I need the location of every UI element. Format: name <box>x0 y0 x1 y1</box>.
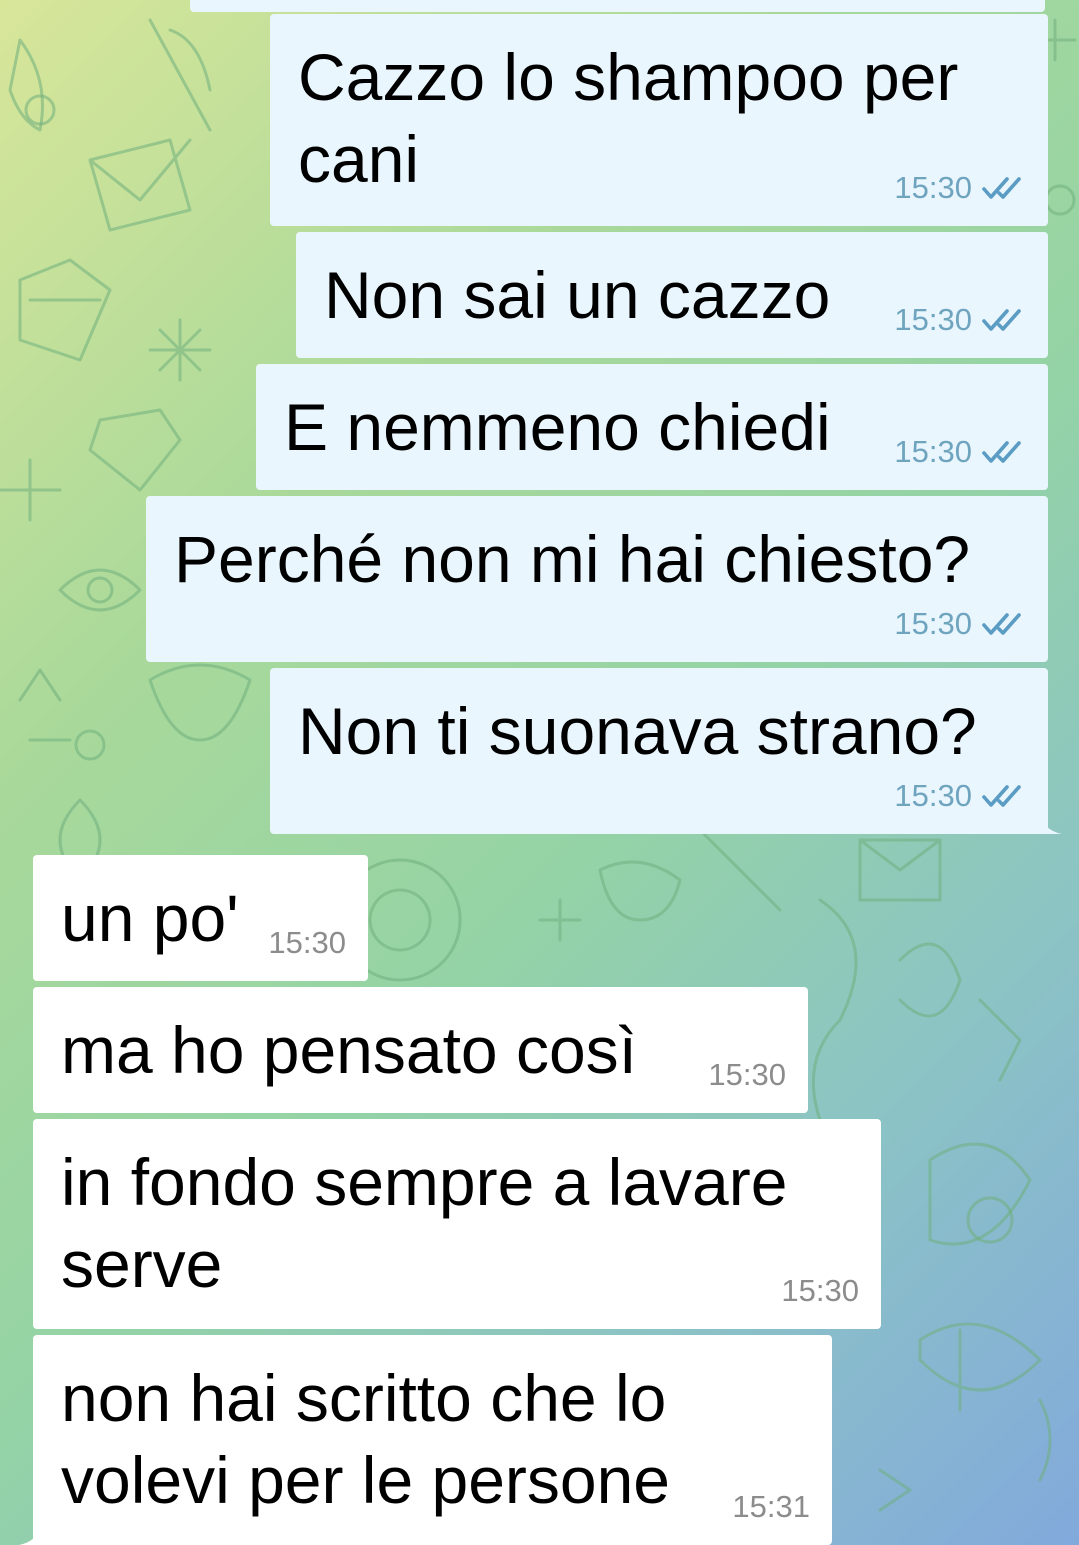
outgoing-message-bubble[interactable]: Cazzo lo shampoo per cani 15:30 <box>270 14 1048 226</box>
message-time: 15:30 <box>894 606 972 641</box>
read-double-check-icon <box>982 613 1021 635</box>
message-meta: 15:30 <box>894 302 1026 338</box>
message-text: non hai scritto che lo volevi per le per… <box>61 1361 671 1517</box>
previous-message-edge <box>190 0 1045 12</box>
message-text: Cazzo lo shampoo per cani <box>298 40 959 196</box>
message-time: 15:30 <box>894 778 972 813</box>
message-text: un po' <box>61 881 239 955</box>
outgoing-message-bubble[interactable]: Non ti suonava strano? 15:30 <box>270 668 1062 834</box>
bubble-tail <box>19 1521 43 1545</box>
message-time: 15:30 <box>781 1273 859 1308</box>
message-text: in fondo sempre a lavare serve <box>61 1145 788 1301</box>
message-text: E nemmeno chiedi <box>284 390 831 464</box>
message-time: 15:30 <box>894 170 972 205</box>
incoming-message-bubble[interactable]: ma ho pensato così 15:30 <box>33 987 808 1113</box>
message-time: 15:30 <box>894 302 972 337</box>
read-double-check-icon <box>982 309 1021 331</box>
message-meta: 15:30 <box>894 434 1026 470</box>
outgoing-message-bubble[interactable]: Non sai un cazzo 15:30 <box>296 232 1048 358</box>
message-meta: 15:30 <box>781 1273 859 1309</box>
message-text: ma ho pensato così <box>61 1013 638 1087</box>
message-meta: 15:30 <box>268 925 346 961</box>
read-double-check-icon <box>982 177 1021 199</box>
message-meta: 15:30 <box>894 606 1026 642</box>
message-time: 15:31 <box>732 1489 810 1524</box>
message-meta: 15:31 <box>732 1489 810 1525</box>
message-text: Perché non mi hai chiesto? <box>174 522 971 596</box>
message-meta: 15:30 <box>894 170 1026 206</box>
message-time: 15:30 <box>894 434 972 469</box>
outgoing-message-bubble[interactable]: E nemmeno chiedi 15:30 <box>256 364 1048 490</box>
read-double-check-icon <box>982 785 1021 807</box>
read-double-check-icon <box>982 441 1021 463</box>
bubble-tail <box>1038 810 1062 834</box>
incoming-message-bubble[interactable]: in fondo sempre a lavare serve 15:30 <box>33 1119 881 1329</box>
message-time: 15:30 <box>708 1057 786 1092</box>
message-time: 15:30 <box>268 925 346 960</box>
message-meta: 15:30 <box>894 778 1026 814</box>
outgoing-message-bubble[interactable]: Perché non mi hai chiesto? 15:30 <box>146 496 1048 662</box>
message-text: Non ti suonava strano? <box>298 694 977 768</box>
incoming-message-bubble[interactable]: un po' 15:30 <box>33 855 368 981</box>
incoming-message-bubble[interactable]: non hai scritto che lo volevi per le per… <box>19 1335 832 1545</box>
message-meta: 15:30 <box>708 1057 786 1093</box>
message-text: Non sai un cazzo <box>324 258 831 332</box>
